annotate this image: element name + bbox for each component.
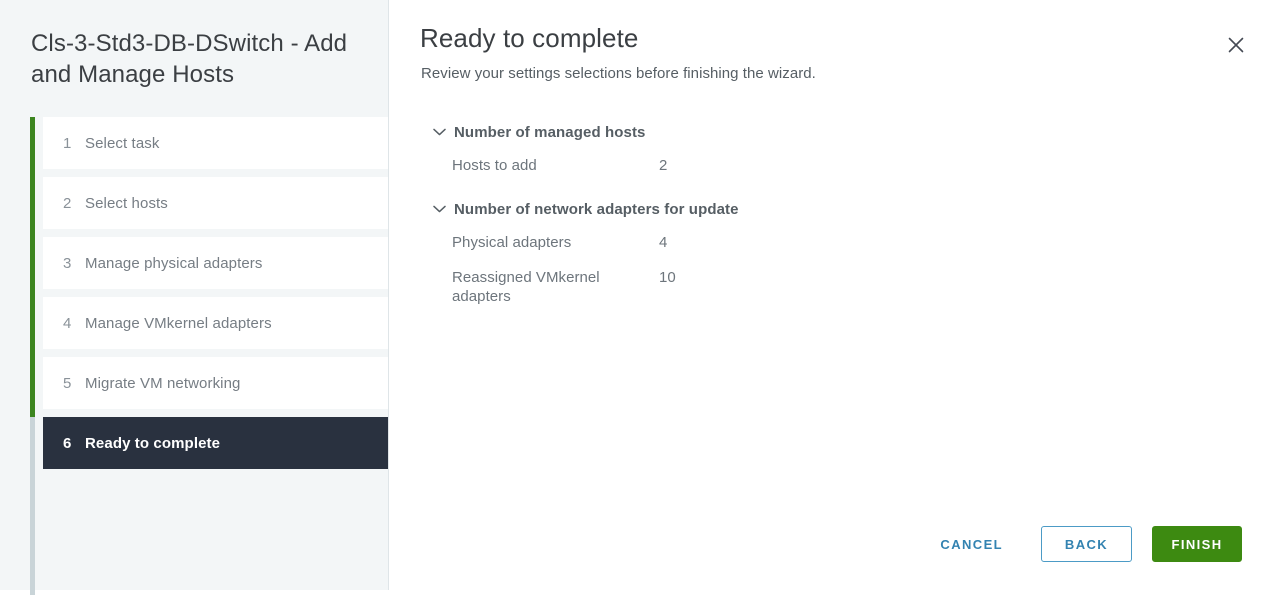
sidebar-step-select-task[interactable]: 1 Select task xyxy=(43,117,388,169)
step-number: 2 xyxy=(63,194,72,212)
summary-row: Hosts to add 2 xyxy=(431,156,1271,175)
close-icon[interactable] xyxy=(1224,33,1248,57)
step-number: 6 xyxy=(63,434,72,452)
step-label: Manage physical adapters xyxy=(85,254,263,272)
section-title: Number of managed hosts xyxy=(454,123,646,141)
progress-rail-remaining xyxy=(30,417,35,595)
step-label: Ready to complete xyxy=(85,434,221,452)
cancel-button[interactable]: CANCEL xyxy=(926,526,1017,562)
back-button[interactable]: BACK xyxy=(1041,526,1132,562)
page-subtitle: Review your settings selections before f… xyxy=(421,65,816,82)
chevron-down-icon xyxy=(431,201,447,217)
row-label: Hosts to add xyxy=(452,157,537,174)
chevron-down-icon xyxy=(431,124,447,140)
summary-list: Number of managed hosts Hosts to add 2 N… xyxy=(431,122,1271,306)
row-label: Physical adapters xyxy=(452,234,572,251)
sidebar-step-manage-vmkernel-adapters[interactable]: 4 Manage VMkernel adapters xyxy=(43,297,388,349)
sidebar-step-ready-to-complete[interactable]: 6 Ready to complete xyxy=(43,417,388,469)
finish-button[interactable]: FINISH xyxy=(1152,526,1242,562)
row-label: Reassigned VMkernel adapters xyxy=(452,269,600,305)
wizard-steps: 1 Select task 2 Select hosts 3 Manage ph… xyxy=(0,117,388,595)
wizard-footer: CANCEL BACK FINISH xyxy=(926,526,1242,562)
summary-row: Physical adapters 4 xyxy=(431,233,1271,252)
section-header-managed-hosts[interactable]: Number of managed hosts xyxy=(431,122,1271,142)
sidebar-step-manage-physical-adapters[interactable]: 3 Manage physical adapters xyxy=(43,237,388,289)
step-number: 4 xyxy=(63,314,72,332)
section-title: Number of network adapters for update xyxy=(454,200,739,218)
step-number: 5 xyxy=(63,374,72,392)
section-rows: Physical adapters 4 Reassigned VMkernel … xyxy=(431,233,1271,306)
step-label: Migrate VM networking xyxy=(85,374,241,392)
sidebar-step-select-hosts[interactable]: 2 Select hosts xyxy=(43,177,388,229)
wizard-sidebar: Cls-3-Std3-DB-DSwitch - Add and Manage H… xyxy=(0,0,389,595)
row-value: 4 xyxy=(659,234,668,251)
sidebar-step-migrate-vm-networking[interactable]: 5 Migrate VM networking xyxy=(43,357,388,409)
step-number: 3 xyxy=(63,254,72,272)
page-title: Ready to complete xyxy=(420,23,639,53)
step-label: Select task xyxy=(85,134,160,152)
section-rows: Hosts to add 2 xyxy=(431,156,1271,175)
section-header-network-adapters[interactable]: Number of network adapters for update xyxy=(431,199,1271,219)
add-and-manage-hosts-wizard: Cls-3-Std3-DB-DSwitch - Add and Manage H… xyxy=(0,0,1271,595)
wizard-title: Cls-3-Std3-DB-DSwitch - Add and Manage H… xyxy=(31,30,348,88)
wizard-main-panel: Ready to complete Review your settings s… xyxy=(389,0,1271,590)
main-header: Ready to complete Review your settings s… xyxy=(389,0,1271,82)
row-value: 10 xyxy=(659,269,676,286)
step-number: 1 xyxy=(63,134,72,152)
summary-section-managed-hosts: Number of managed hosts Hosts to add 2 xyxy=(431,122,1271,175)
step-label: Manage VMkernel adapters xyxy=(85,314,272,332)
progress-rail-completed xyxy=(30,117,35,417)
summary-section-network-adapters: Number of network adapters for update Ph… xyxy=(431,199,1271,306)
row-value: 2 xyxy=(659,157,668,174)
step-label: Select hosts xyxy=(85,194,168,212)
summary-row: Reassigned VMkernel adapters 10 xyxy=(431,268,1271,306)
